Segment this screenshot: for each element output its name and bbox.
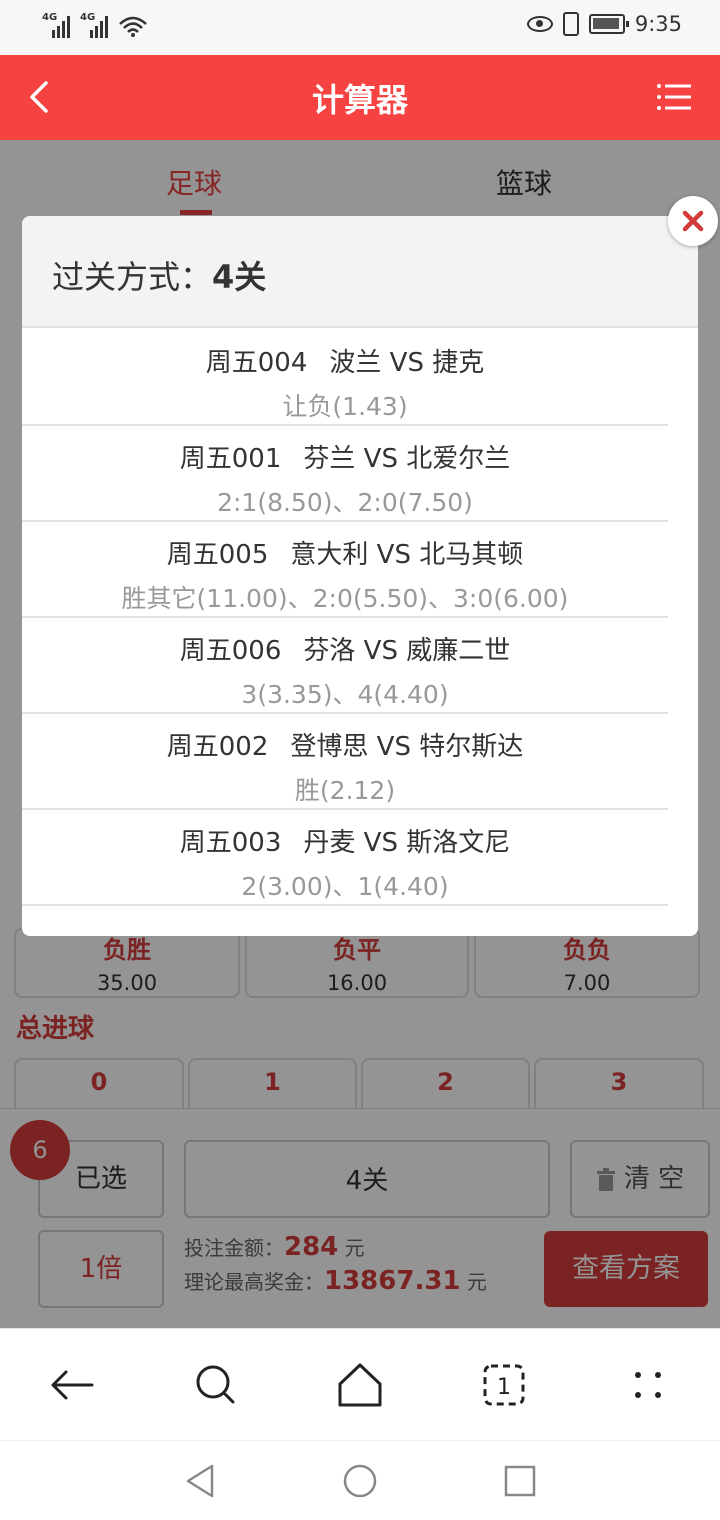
match-number: 周五003 — [179, 828, 282, 858]
list-menu-icon[interactable] — [656, 79, 692, 115]
eye-comfort-icon — [526, 16, 553, 32]
close-icon — [682, 210, 704, 232]
match-teams: 芬兰 VS 北爱尔兰 — [303, 444, 511, 474]
modal-title-prefix: 过关方式： — [52, 258, 213, 296]
match-odds: 2(3.00)、1(4.40) — [241, 872, 449, 901]
match-row: 周五002 登博思 VS 特尔斯达 胜(2.12) — [22, 714, 668, 810]
page-title: 计算器 — [311, 81, 408, 119]
nav-back-icon[interactable] — [180, 1461, 220, 1501]
modal-title: 过关方式：4关 — [52, 252, 266, 298]
status-right: 9:35 — [526, 12, 682, 36]
match-number: 周五001 — [179, 444, 282, 474]
match-number: 周五004 — [205, 348, 308, 378]
match-teams: 丹麦 VS 斯洛文尼 — [303, 828, 511, 858]
match-row: 周五005 意大利 VS 北马其顿 胜其它(11.00)、2:0(5.50)、3:… — [22, 522, 668, 618]
signal-type: 4G — [42, 12, 58, 23]
match-teams: 意大利 VS 北马其顿 — [290, 540, 524, 570]
vibrate-icon — [562, 12, 579, 36]
modal-close-button[interactable] — [668, 196, 718, 246]
match-number: 周五002 — [166, 732, 269, 762]
home-icon[interactable] — [332, 1357, 388, 1413]
status-left: 4G 4G — [42, 12, 148, 38]
status-time: 9:35 — [634, 12, 682, 36]
tabs-icon[interactable]: 1 — [476, 1357, 532, 1413]
match-number: 周五005 — [166, 540, 269, 570]
modal-header: 过关方式：4关 — [22, 216, 698, 328]
signal-icon: 4G — [42, 12, 72, 38]
svg-text:1: 1 — [497, 1375, 511, 1400]
match-teams: 登博思 VS 特尔斯达 — [290, 732, 524, 762]
pass-type-modal: 过关方式：4关 周五004 波兰 VS 捷克 让负(1.43) 周五001 芬兰 V… — [22, 216, 698, 936]
match-odds: 胜(2.12) — [294, 776, 396, 805]
match-odds: 让负(1.43) — [282, 392, 408, 421]
app-header: 计算器 — [0, 55, 720, 140]
match-odds: 3(3.35)、4(4.40) — [241, 680, 449, 709]
modal-title-value: 4关 — [212, 258, 267, 296]
status-bar: 4G 4G 9:35 — [0, 0, 720, 55]
match-row: 周五006 芬洛 VS 威廉二世 3(3.35)、4(4.40) — [22, 618, 668, 714]
signal-type-2: 4G — [80, 12, 96, 23]
match-row: 周五004 波兰 VS 捷克 让负(1.43) — [22, 330, 668, 426]
match-teams: 芬洛 VS 威廉二世 — [303, 636, 511, 666]
match-row: 周五001 芬兰 VS 北爱尔兰 2:1(8.50)、2:0(7.50) — [22, 426, 668, 522]
match-teams: 波兰 VS 捷克 — [329, 348, 485, 378]
system-nav-bar — [0, 1440, 720, 1520]
signal-icon-2: 4G — [80, 12, 110, 38]
battery-icon — [588, 14, 629, 34]
search-icon[interactable] — [188, 1357, 244, 1413]
match-row: 周五003 丹麦 VS 斯洛文尼 2(3.00)、1(4.40) — [22, 810, 668, 906]
back-icon[interactable] — [44, 1357, 100, 1413]
match-odds: 2:1(8.50)、2:0(7.50) — [217, 488, 473, 517]
wifi-icon — [119, 16, 147, 37]
match-number: 周五006 — [179, 636, 282, 666]
more-icon[interactable] — [620, 1357, 676, 1413]
nav-recents-icon[interactable] — [500, 1461, 540, 1501]
nav-home-icon[interactable] — [340, 1461, 380, 1501]
match-odds: 胜其它(11.00)、2:0(5.50)、3:0(6.00) — [121, 584, 569, 613]
browser-toolbar: 1 — [0, 1328, 720, 1440]
